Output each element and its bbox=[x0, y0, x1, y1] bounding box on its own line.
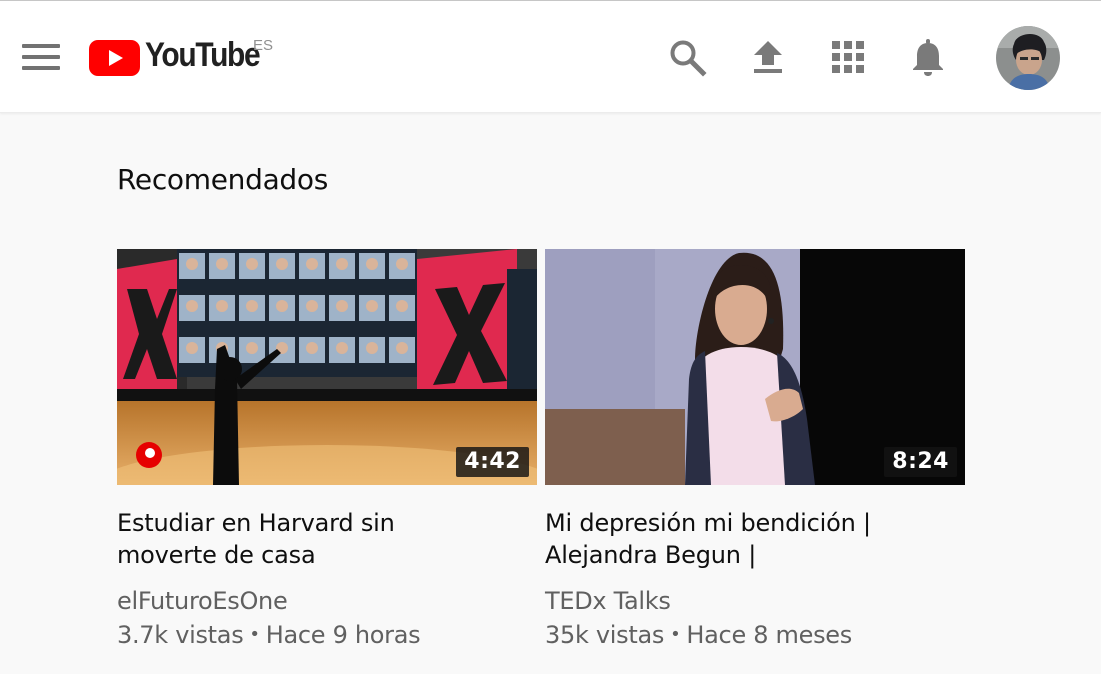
upload-age: Hace 9 horas bbox=[265, 621, 421, 649]
upload-age: Hace 8 meses bbox=[686, 621, 852, 649]
upload-icon[interactable] bbox=[748, 37, 788, 77]
logo-wordmark: YouTube bbox=[145, 36, 261, 74]
video-duration: 8:24 bbox=[884, 447, 957, 477]
video-title-line: Alejandra Begun | bbox=[545, 541, 757, 569]
video-title-line: Mi depresión mi bendición | bbox=[545, 509, 871, 537]
section-title: Recomendados bbox=[117, 163, 329, 196]
video-card[interactable]: 4:42 Estudiar en Harvard sin moverte de … bbox=[117, 249, 537, 649]
video-thumbnail[interactable]: 4:42 bbox=[117, 249, 537, 485]
view-count: 3.7k vistas bbox=[117, 621, 244, 649]
video-title[interactable]: Estudiar en Harvard sin moverte de casa bbox=[117, 507, 537, 571]
menu-icon[interactable] bbox=[20, 41, 62, 73]
video-metadata: 35k vistas • Hace 8 meses bbox=[545, 621, 965, 649]
apps-icon[interactable] bbox=[828, 37, 868, 77]
youtube-play-icon bbox=[89, 40, 140, 76]
view-count: 35k vistas bbox=[545, 621, 665, 649]
search-icon[interactable] bbox=[667, 37, 707, 77]
channel-name[interactable]: TEDx Talks bbox=[545, 587, 965, 615]
video-thumbnail[interactable]: 8:24 bbox=[545, 249, 965, 485]
account-avatar[interactable] bbox=[996, 26, 1060, 90]
video-metadata: 3.7k vistas • Hace 9 horas bbox=[117, 621, 537, 649]
separator-dot: • bbox=[670, 624, 681, 645]
region-code: ES bbox=[253, 37, 274, 54]
video-title-line: Estudiar en Harvard sin bbox=[117, 509, 395, 537]
top-app-bar: YouTube ES bbox=[0, 1, 1101, 113]
video-title-line: moverte de casa bbox=[117, 541, 316, 569]
video-card[interactable]: 8:24 Mi depresión mi bendición | Alejand… bbox=[545, 249, 965, 649]
separator-dot: • bbox=[249, 624, 260, 645]
video-duration: 4:42 bbox=[456, 447, 529, 477]
channel-name[interactable]: elFuturoEsOne bbox=[117, 587, 537, 615]
video-title[interactable]: Mi depresión mi bendición | Alejandra Be… bbox=[545, 507, 965, 571]
notifications-icon[interactable] bbox=[908, 37, 948, 77]
